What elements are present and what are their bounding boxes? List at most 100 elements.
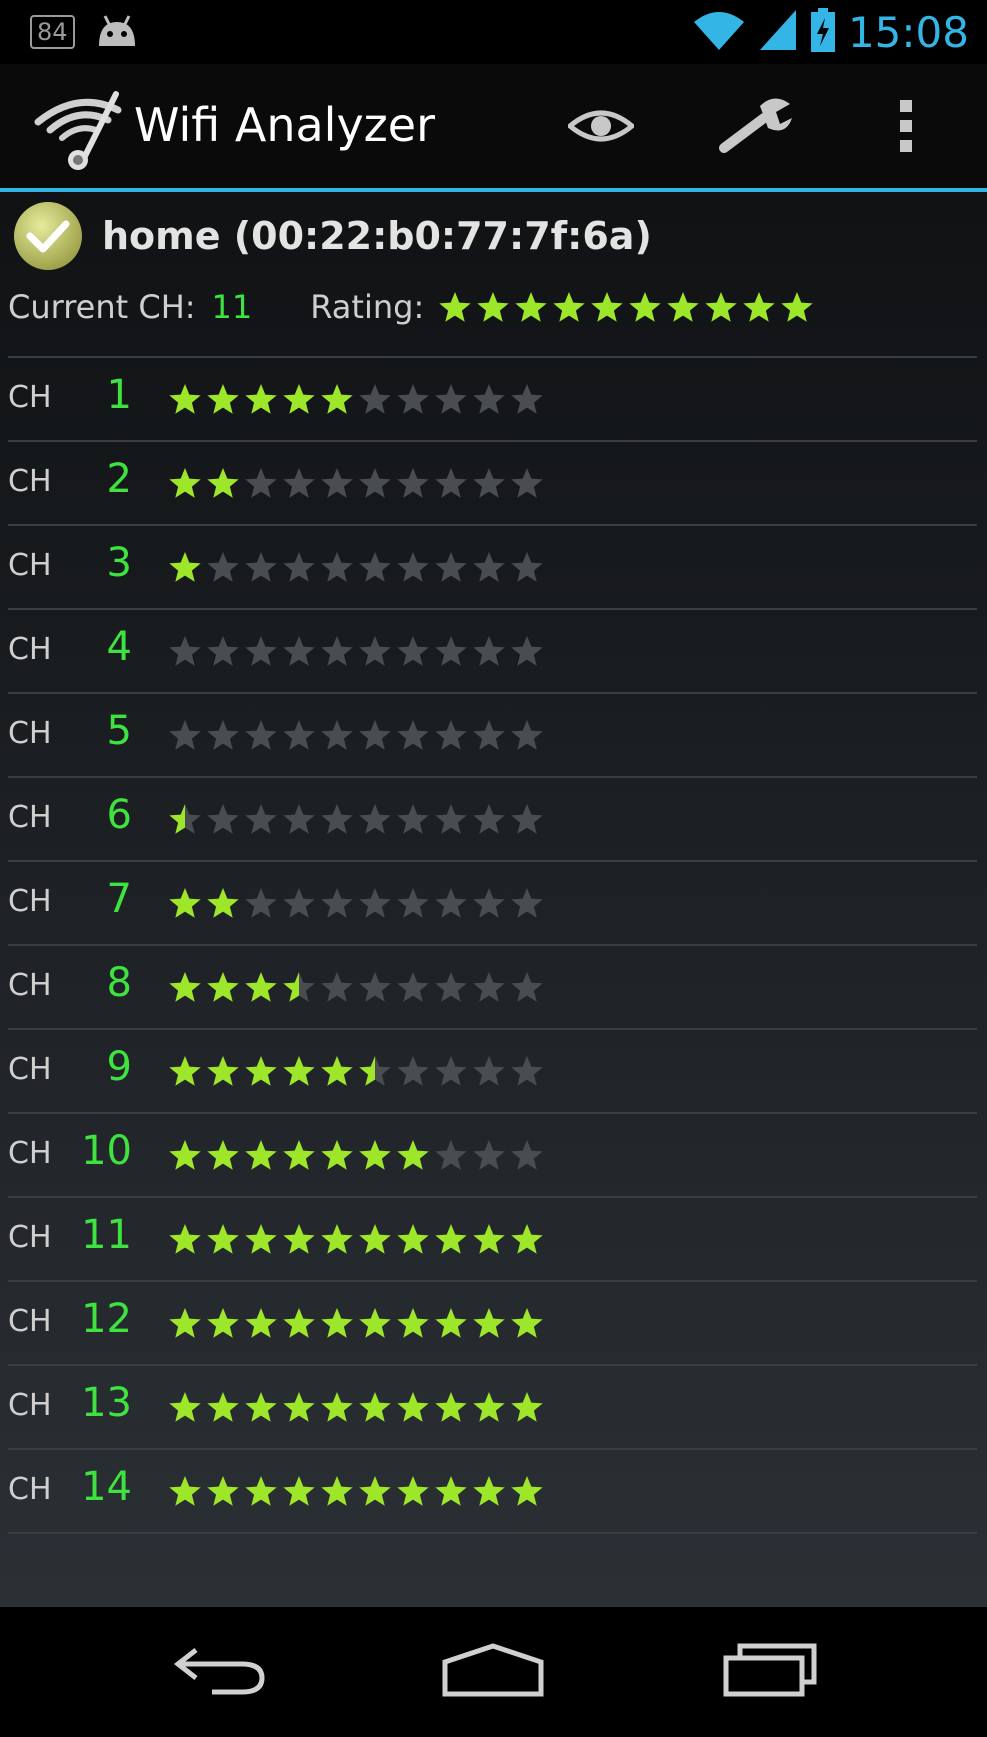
star-full-icon <box>359 1476 391 1506</box>
star-empty-icon <box>435 720 467 750</box>
current-channel-label: Current CH: <box>8 288 196 326</box>
star-full-icon <box>435 1476 467 1506</box>
channel-rating-stars <box>168 718 548 752</box>
view-button[interactable] <box>566 94 636 162</box>
channel-rating-stars <box>168 1138 548 1172</box>
star-empty-icon <box>473 888 505 918</box>
star-full-icon <box>207 1140 239 1170</box>
star-empty-icon <box>473 972 505 1002</box>
star-empty-icon <box>397 1056 429 1086</box>
star-full-icon <box>207 384 239 414</box>
star-empty-icon <box>169 636 201 666</box>
star-full-icon <box>629 292 661 322</box>
star-empty-icon <box>359 468 391 498</box>
star-empty-icon <box>511 804 543 834</box>
channel-rating-stars <box>168 1306 548 1340</box>
star-full-icon <box>169 888 201 918</box>
channel-label: CH <box>8 716 52 751</box>
channel-row-12: CH 12 <box>8 1282 977 1366</box>
star-empty-icon <box>511 972 543 1002</box>
star-full-icon <box>473 1476 505 1506</box>
star-empty-icon <box>511 552 543 582</box>
channel-number: 4 <box>106 624 132 670</box>
star-empty-icon <box>511 384 543 414</box>
star-empty-icon <box>435 384 467 414</box>
settings-button[interactable] <box>712 94 798 162</box>
content-area: home (00:22:b0:77:7f:6a) Current CH: 11 … <box>0 192 987 1607</box>
star-full-icon <box>245 1392 277 1422</box>
channel-number: 5 <box>106 708 132 754</box>
channel-rating-stars <box>168 382 548 416</box>
star-full-icon <box>245 1308 277 1338</box>
star-full-icon <box>321 1140 353 1170</box>
access-point-name: home (00:22:b0:77:7f:6a) <box>102 214 652 258</box>
channel-number: 13 <box>81 1380 132 1426</box>
channel-row-13: CH 13 <box>8 1366 977 1450</box>
star-empty-icon <box>283 468 315 498</box>
star-full-icon <box>169 1140 201 1170</box>
star-empty-icon <box>169 720 201 750</box>
star-full-icon <box>397 1308 429 1338</box>
star-empty-icon <box>245 468 277 498</box>
channel-rating-stars <box>168 634 548 668</box>
star-full-icon <box>473 1224 505 1254</box>
star-empty-icon <box>473 552 505 582</box>
channel-number: 10 <box>81 1128 132 1174</box>
channel-label: CH <box>8 548 52 583</box>
view-icon <box>566 106 636 150</box>
star-full-icon <box>435 1308 467 1338</box>
channel-label: CH <box>8 884 52 919</box>
channel-label: CH <box>8 464 52 499</box>
navigation-bar <box>0 1607 987 1737</box>
recent-apps-button[interactable] <box>690 1627 850 1717</box>
channel-number: 12 <box>81 1296 132 1342</box>
star-empty-icon <box>245 552 277 582</box>
access-point-row[interactable]: home (00:22:b0:77:7f:6a) <box>12 200 652 272</box>
channel-number: 2 <box>106 456 132 502</box>
channel-row-4: CH 4 <box>8 610 977 694</box>
star-empty-icon <box>473 804 505 834</box>
channel-row-3: CH 3 <box>8 526 977 610</box>
back-button[interactable] <box>140 1627 300 1717</box>
star-full-icon <box>283 1476 315 1506</box>
star-full-icon <box>283 1392 315 1422</box>
star-full-icon <box>511 1392 543 1422</box>
wifi-analyzer-app-icon[interactable] <box>34 88 126 172</box>
star-empty-icon <box>245 636 277 666</box>
star-empty-icon <box>359 972 391 1002</box>
star-empty-icon <box>435 972 467 1002</box>
channel-rating-stars <box>168 1474 548 1508</box>
star-empty-icon <box>511 468 543 498</box>
star-full-icon <box>169 1476 201 1506</box>
wifi-signal-icon <box>692 8 746 56</box>
action-bar: Wifi Analyzer <box>0 64 987 192</box>
star-full-icon <box>397 1224 429 1254</box>
channel-rating-stars <box>168 802 548 836</box>
star-full-icon <box>245 972 277 1002</box>
star-full-icon <box>283 1140 315 1170</box>
star-half-icon <box>169 804 201 834</box>
star-full-icon <box>245 1476 277 1506</box>
star-empty-icon <box>397 468 429 498</box>
notification-badge: 84 <box>30 15 75 49</box>
star-empty-icon <box>435 888 467 918</box>
star-empty-icon <box>397 972 429 1002</box>
star-full-icon <box>397 1476 429 1506</box>
home-button[interactable] <box>413 1627 573 1717</box>
overflow-menu-button[interactable] <box>884 94 928 162</box>
star-full-icon <box>511 1476 543 1506</box>
star-full-icon <box>359 1392 391 1422</box>
channel-label: CH <box>8 632 52 667</box>
star-empty-icon <box>473 636 505 666</box>
recent-apps-icon <box>720 1642 820 1702</box>
star-empty-icon <box>473 1056 505 1086</box>
star-empty-icon <box>435 804 467 834</box>
channel-row-7: CH 7 <box>8 862 977 946</box>
channel-row-11: CH 11 <box>8 1198 977 1282</box>
star-empty-icon <box>321 552 353 582</box>
channel-number: 9 <box>106 1044 132 1090</box>
star-full-icon <box>321 1224 353 1254</box>
star-empty-icon <box>245 804 277 834</box>
star-empty-icon <box>397 636 429 666</box>
star-full-icon <box>473 1392 505 1422</box>
